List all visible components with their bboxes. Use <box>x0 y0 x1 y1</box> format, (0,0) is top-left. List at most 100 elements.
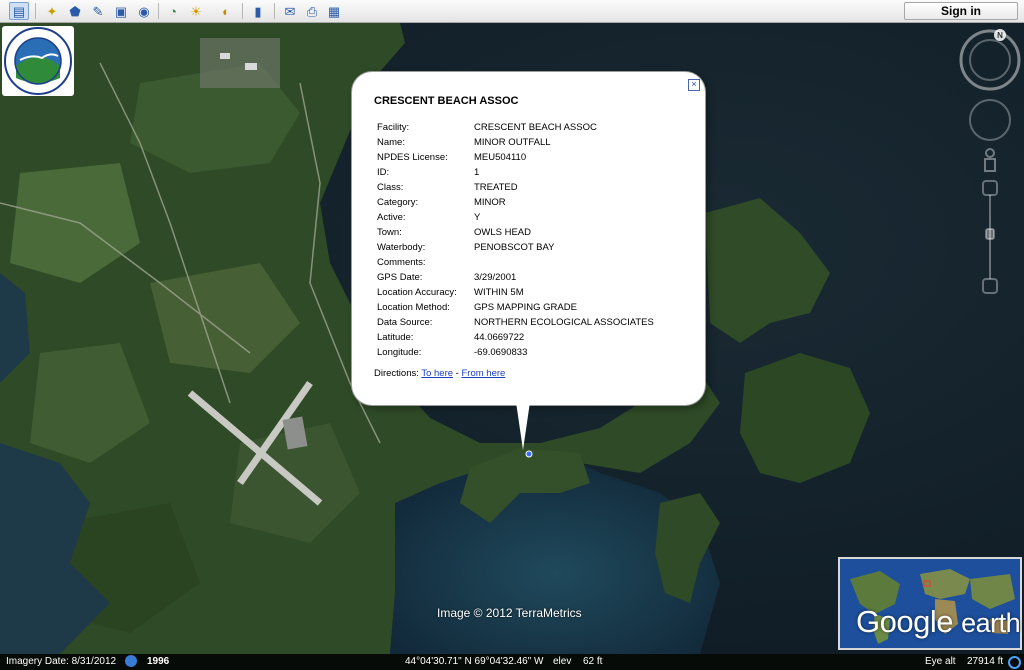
info-row-waterbody: Waterbody: PENOBSCOT BAY <box>377 240 654 255</box>
info-value: Y <box>474 212 481 223</box>
sign-in-button[interactable]: Sign in <box>904 2 1018 20</box>
info-row-category: Category: MINOR <box>377 195 654 210</box>
info-label: Name: <box>377 137 405 148</box>
print-button[interactable]: ⎙ <box>302 2 322 20</box>
historical-imagery-icon: ◔ <box>169 3 177 19</box>
info-label: Location Method: <box>377 302 450 313</box>
ruler-button[interactable]: ▮ <box>248 2 268 20</box>
info-balloon-pointer <box>516 402 530 450</box>
info-row-npdes-license: NPDES License: MEU504110 <box>377 150 654 165</box>
info-label: GPS Date: <box>377 272 423 283</box>
toolbar-divider <box>274 3 275 19</box>
historical-imagery-button[interactable]: ◔ <box>163 2 183 20</box>
sunlight-button[interactable]: ☀ <box>186 2 206 20</box>
info-label: Comments: <box>377 257 426 268</box>
google-earth-logo-google: Google <box>856 604 953 639</box>
eye-alt-value: 27914 ft <box>967 656 1004 667</box>
street-view-pegman-icon[interactable] <box>984 148 996 172</box>
close-icon: × <box>691 79 697 89</box>
google-earth-logo: Google earth <box>856 604 1021 640</box>
close-balloon-button[interactable]: × <box>688 79 700 91</box>
record-tour-icon: ◉ <box>138 3 150 19</box>
toolbar: ▤ ✦ ⬟ ✎ ▣ ◉ ◔ ☀ ◐ ▮ ✉ ⎙ ▦ Sign in <box>0 0 1024 23</box>
switch-to-sky-button[interactable]: ◐ <box>216 2 236 20</box>
zoom-out-icon[interactable] <box>982 278 998 294</box>
info-value: MEU504110 <box>474 152 527 163</box>
toolbar-divider <box>242 3 243 19</box>
info-value: 44.0669722 <box>474 332 525 343</box>
placemark-marker[interactable] <box>525 450 533 458</box>
add-path-icon: ✎ <box>92 3 104 19</box>
info-row-active: Active: Y <box>377 210 654 225</box>
info-value: MINOR OUTFALL <box>474 137 551 148</box>
info-row-name: Name: MINOR OUTFALL <box>377 135 654 150</box>
info-label: Data Source: <box>377 317 433 328</box>
info-value: GPS MAPPING GRADE <box>474 302 577 313</box>
look-joystick[interactable] <box>959 29 1021 91</box>
zoom-in-icon[interactable] <box>982 180 998 196</box>
info-label: Waterbody: <box>377 242 426 253</box>
compass-north-label: N <box>997 31 1003 40</box>
info-label: Latitude: <box>377 332 414 343</box>
info-row-location-accuracy: Location Accuracy: WITHIN 5M <box>377 285 654 300</box>
record-tour-button[interactable]: ◉ <box>134 2 154 20</box>
add-placemark-icon: ✦ <box>46 3 58 19</box>
info-value: PENOBSCOT BAY <box>474 242 555 253</box>
info-label: Longitude: <box>377 347 422 358</box>
toolbar-divider <box>158 3 159 19</box>
info-row-id: ID: 1 <box>377 165 654 180</box>
info-label: Class: <box>377 182 404 193</box>
compass-north-icon[interactable]: N <box>994 29 1006 41</box>
google-earth-logo-earth: earth <box>961 608 1021 638</box>
directions-line: Directions: To here - From here <box>374 368 505 379</box>
info-value: 3/29/2001 <box>474 272 517 283</box>
move-joystick[interactable] <box>969 99 1011 141</box>
sunlight-icon: ☀ <box>190 3 202 19</box>
add-path-button[interactable]: ✎ <box>88 2 108 20</box>
elevation-label: elev <box>553 656 572 667</box>
popup-title: CRESCENT BEACH ASSOC <box>374 95 519 107</box>
directions-label: Directions: <box>374 368 419 379</box>
maine-dep-logo <box>2 26 74 96</box>
info-value: -69.0690833 <box>474 347 528 358</box>
info-row-comments: Comments: <box>377 255 654 270</box>
info-row-latitude: Latitude: 44.0669722 <box>377 330 654 345</box>
add-polygon-icon: ⬟ <box>69 3 81 19</box>
imagery-date: Imagery Date: 8/31/2012 <box>6 656 117 667</box>
navigation-controls: N <box>959 29 1021 304</box>
info-label: Category: <box>377 197 419 208</box>
pointer-coordinates: 44°04'30.71" N 69°04'32.46" W <box>405 656 544 667</box>
info-value: 1 <box>474 167 480 178</box>
add-image-overlay-button[interactable]: ▣ <box>111 2 131 20</box>
info-label: Location Accuracy: <box>377 287 457 298</box>
directions-from-here-link[interactable]: From here <box>461 368 505 379</box>
email-button[interactable]: ✉ <box>280 2 300 20</box>
eye-alt-label: Eye alt <box>925 656 956 667</box>
info-row-gps-date: GPS Date: 3/29/2001 <box>377 270 654 285</box>
switch-to-sky-icon: ◐ <box>222 3 230 19</box>
historical-imagery-year[interactable]: 1996 <box>147 656 169 667</box>
add-placemark-button[interactable]: ✦ <box>42 2 62 20</box>
view-in-maps-button[interactable]: ▦ <box>324 2 344 20</box>
view-in-maps-icon: ▦ <box>327 3 341 19</box>
email-icon: ✉ <box>284 3 296 19</box>
info-value: CRESCENT BEACH ASSOC <box>474 122 597 133</box>
elevation-value: 62 ft <box>583 656 603 667</box>
add-image-overlay-icon: ▣ <box>114 3 128 19</box>
sidebar-toggle-button[interactable]: ▤ <box>9 2 29 20</box>
toolbar-divider <box>35 3 36 19</box>
info-row-facility: Facility: CRESCENT BEACH ASSOC <box>377 120 654 135</box>
info-row-data-source: Data Source: NORTHERN ECOLOGICAL ASSOCIAT… <box>377 315 654 330</box>
add-polygon-button[interactable]: ⬟ <box>65 2 85 20</box>
info-value: WITHIN 5M <box>474 287 524 298</box>
zoom-slider-thumb[interactable] <box>985 228 995 240</box>
sidebar-toggle-icon: ▤ <box>12 3 26 19</box>
info-value: MINOR <box>474 197 506 208</box>
directions-to-here-link[interactable]: To here <box>421 368 453 379</box>
facility-info-table: Facility: CRESCENT BEACH ASSOC Name: MINOR… <box>377 120 654 360</box>
historical-imagery-clock-icon[interactable] <box>125 655 137 667</box>
info-row-town: Town: OWLS HEAD <box>377 225 654 240</box>
info-label: NPDES License: <box>377 152 448 163</box>
zoom-slider[interactable] <box>982 180 998 294</box>
ruler-icon: ▮ <box>254 3 262 19</box>
